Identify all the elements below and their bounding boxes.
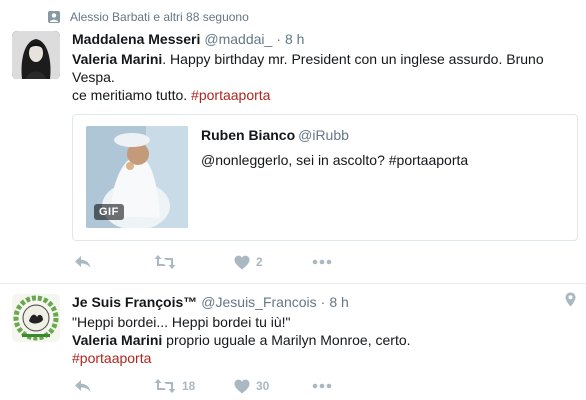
more-button[interactable] — [312, 252, 332, 272]
location-pin-icon[interactable] — [565, 292, 576, 312]
retweet-icon — [154, 254, 176, 270]
like-button[interactable]: 30 — [234, 376, 269, 396]
follow-icon — [46, 9, 62, 25]
tweet-actions: 2 — [72, 252, 372, 272]
mention-link[interactable]: Valeria Marini — [72, 332, 162, 348]
separator: · — [320, 294, 326, 310]
reply-icon — [74, 378, 92, 394]
like-count: 30 — [256, 379, 270, 393]
separator: · — [276, 31, 281, 47]
author-handle[interactable]: @maddai_ — [204, 31, 272, 47]
timeline-feed: Alessio Barbati e altri 88 seguono Madda… — [0, 0, 586, 400]
quoted-text: @nonleggerlo, sei in ascolto? #portaapor… — [201, 152, 469, 168]
tweet-body-line2: ce meritiamo tutto. — [72, 87, 192, 103]
tweet-actions: 18 30 — [72, 376, 372, 396]
heart-icon — [234, 255, 250, 270]
more-button[interactable] — [312, 376, 332, 396]
quoted-tweet[interactable]: GIF Ruben Bianco @iRubb @nonleggerlo, sei… — [72, 114, 578, 241]
heart-icon — [234, 379, 250, 394]
avatar[interactable] — [12, 31, 60, 79]
social-context-text[interactable]: Alessio Barbati e altri 88 seguono — [70, 10, 249, 24]
hashtag-link[interactable]: #portaaporta — [191, 87, 270, 103]
retweet-icon — [154, 378, 176, 394]
avatar[interactable] — [12, 294, 60, 342]
tweet-body-line1: "Heppi bordei... Heppi bordei tu iù!" — [72, 314, 291, 330]
gif-badge: GIF — [94, 204, 124, 220]
social-context: Alessio Barbati e altri 88 seguono — [46, 8, 249, 26]
retweet-count: 18 — [182, 379, 196, 393]
reply-button[interactable] — [74, 252, 92, 272]
tweet[interactable]: Alessio Barbati e altri 88 seguono Madda… — [0, 0, 586, 284]
tweet-text: "Heppi bordei... Heppi bordei tu iù!" Va… — [72, 313, 572, 367]
gif-thumbnail[interactable]: GIF — [86, 126, 188, 228]
like-count: 2 — [256, 255, 263, 269]
timestamp[interactable]: 8 h — [285, 31, 304, 47]
quoted-author-handle[interactable]: @iRubb — [298, 127, 349, 143]
timestamp[interactable]: 8 h — [329, 294, 348, 310]
tweet-text: Valeria Marini. Happy birthday mr. Presi… — [72, 50, 572, 104]
quoted-header: Ruben Bianco @iRubb — [201, 127, 349, 143]
like-button[interactable]: 2 — [234, 252, 263, 272]
tweet-header: Maddalena Messeri @maddai_ · 8 h — [72, 31, 304, 51]
more-icon — [312, 259, 332, 265]
hashtag-link[interactable]: #portaaporta — [72, 350, 151, 366]
more-icon — [312, 383, 332, 389]
reply-icon — [74, 254, 92, 270]
author-name[interactable]: Je Suis François™ — [72, 294, 197, 310]
tweet-body-line2: proprio uguale a Marilyn Monroe, certo. — [162, 332, 411, 348]
retweet-button[interactable] — [154, 252, 182, 272]
mention-link[interactable]: Valeria Marini — [72, 51, 162, 67]
reply-button[interactable] — [74, 376, 92, 396]
author-handle[interactable]: @Jesuis_Francois — [201, 294, 316, 310]
author-name[interactable]: Maddalena Messeri — [72, 31, 200, 47]
retweet-button[interactable]: 18 — [154, 376, 195, 396]
tweet-header: Je Suis François™ @Jesuis_Francois · 8 h — [72, 294, 349, 314]
quoted-author-name[interactable]: Ruben Bianco — [201, 127, 295, 143]
